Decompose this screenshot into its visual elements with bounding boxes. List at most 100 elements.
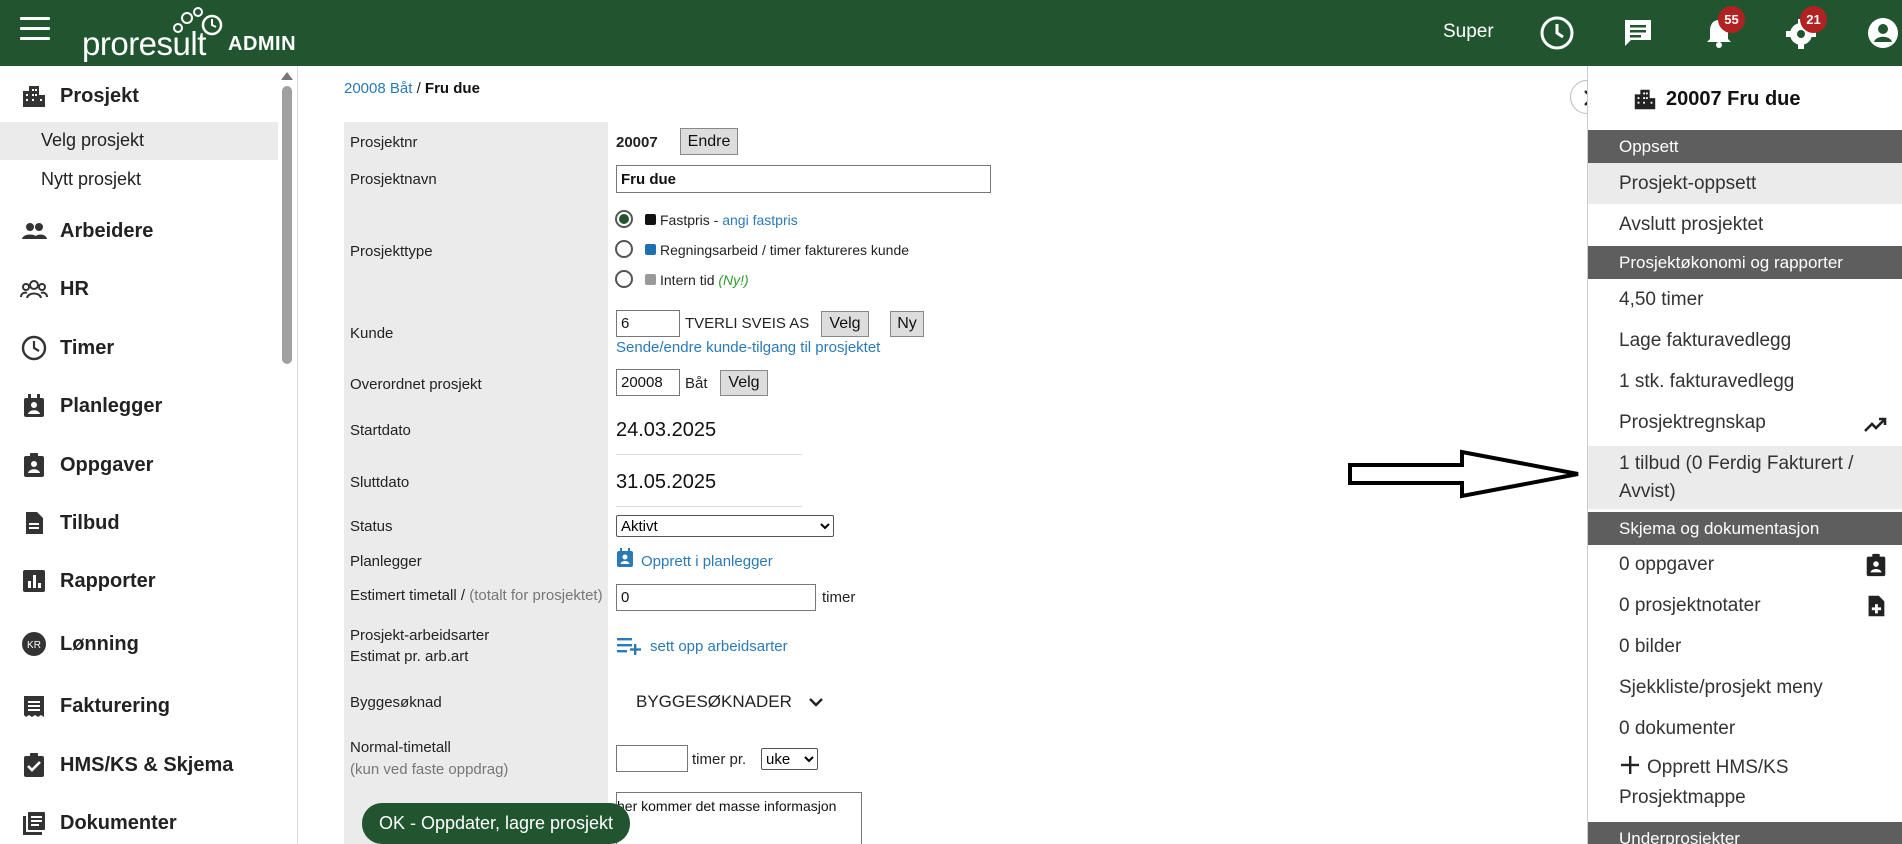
sidebar-label: Lønning [60, 632, 139, 655]
logo-admin: ADMIN [228, 33, 297, 55]
radio-intern-tid[interactable] [615, 270, 633, 288]
normal-timetall-input[interactable] [616, 745, 688, 772]
people-icon [22, 223, 47, 239]
scroll-up-icon[interactable] [281, 72, 293, 80]
period-select[interactable]: uke [761, 748, 818, 770]
sidebar-section-planlegger[interactable]: Planlegger [0, 381, 280, 431]
sidebar-section-oppgaver[interactable]: Oppgaver [0, 440, 280, 490]
clipboard-check-icon [24, 753, 44, 777]
panel-item-lage-faktura[interactable]: Lage fakturavedlegg [1588, 323, 1902, 364]
clock-icon[interactable] [1538, 14, 1576, 52]
kunde-tilgang-link[interactable]: Sende/endre kunde-tilgang til prosjektet [616, 339, 880, 356]
panel-item-regnskap[interactable]: Prosjektregnskap [1588, 405, 1902, 446]
option-regningsarbeid-label: Regningsarbeid / timer faktureres kunde [660, 242, 910, 258]
sidebar-item-velg-prosjekt[interactable]: Velg prosjekt [0, 122, 278, 160]
planlegger-link[interactable]: Opprett i planlegger [641, 553, 773, 570]
panel-item-regnskap-label: Prosjektregnskap [1619, 412, 1766, 433]
user-name[interactable]: Super [1443, 21, 1494, 43]
library-books-icon [23, 812, 45, 835]
plus-icon [1621, 756, 1639, 774]
panel-item-sjekkliste[interactable]: Sjekkliste/prosjekt meny [1588, 670, 1902, 711]
estimert-input[interactable] [616, 584, 816, 611]
sidebar-section-tilbud[interactable]: Tilbud [0, 498, 280, 548]
sidebar-label: Dokumenter [60, 811, 177, 834]
notes-textarea[interactable]: her kommer det masse informasjon [616, 792, 862, 844]
angi-fastpris-link[interactable]: angi fastpris [722, 212, 797, 228]
sidebar-item-label: Velg prosjekt [41, 130, 145, 150]
group-icon [20, 280, 48, 299]
kunde-ny-button[interactable]: Ny [890, 311, 924, 337]
sidebar-label: HMS/KS & Skjema [60, 753, 234, 776]
prosjektnr-value: 20007 [616, 134, 658, 151]
kunde-name: TVERLI SVEIS AS [685, 315, 810, 332]
option-fastpris: Fastpris - angi fastpris [645, 212, 798, 228]
label-arbeidsarter-estimat: Estimat pr. arb.art [350, 648, 469, 665]
prosjektnavn-input[interactable] [616, 165, 991, 193]
sidebar-label: Prosjekt [60, 84, 139, 107]
endre-button[interactable]: Endre [680, 128, 738, 155]
panel-item-prosjekt-oppsett[interactable]: Prosjekt-oppsett [1588, 163, 1902, 204]
clipboard-person-icon [24, 453, 44, 477]
panel-header-oppsett: Oppsett [1588, 130, 1902, 163]
byggesoknad-dropdown[interactable]: BYGGESØKNADER [636, 692, 792, 712]
sluttdato-field[interactable]: 31.05.2025 [616, 471, 802, 507]
panel-item-tilbud[interactable]: 1 tilbud (0 Ferdig Fakturert / Avvist) [1588, 446, 1902, 509]
project-form: Prosjektnr 20007 Endre Prosjektnavn Pros… [344, 122, 1374, 844]
panel-item-fakturavedlegg[interactable]: 1 stk. fakturavedlegg [1588, 364, 1902, 405]
label-normal: Normal-timetall [350, 739, 451, 756]
scrollbar-thumb[interactable] [282, 86, 292, 364]
sidebar-section-timer[interactable]: Timer [0, 323, 280, 373]
panel-item-avslutt[interactable]: Avslutt prosjektet [1588, 204, 1902, 245]
label-overordnet: Overordnet prosjekt [350, 376, 482, 393]
calendar-person-icon [617, 548, 633, 567]
label-prosjektnr: Prosjektnr [350, 134, 418, 151]
sidebar-section-hr[interactable]: HR [0, 264, 280, 314]
notifications-badge: 55 [1718, 6, 1745, 33]
kunde-nr-input[interactable] [616, 310, 680, 337]
breadcrumb-parent-link[interactable]: 20008 Båt [344, 80, 412, 97]
overordnet-velg-button[interactable]: Velg [720, 370, 768, 396]
sidebar-label: Fakturering [60, 694, 171, 717]
trending-up-icon [1864, 417, 1887, 432]
sidebar-section-fakturering[interactable]: Fakturering [0, 681, 280, 731]
panel-item-notater[interactable]: 0 prosjektnotater [1588, 588, 1902, 629]
top-bar: proresult ADMIN Super 55 21 [0, 0, 1902, 66]
overordnet-nr-input[interactable] [616, 369, 680, 396]
option-intern-tid-label: Intern tid [660, 272, 719, 288]
sidebar-section-prosjekt[interactable]: Prosjekt [0, 71, 280, 121]
radio-fastpris[interactable] [615, 210, 633, 228]
panel-item-prosjektmappe[interactable]: Prosjektmappe [1588, 784, 1902, 816]
radio-regningsarbeid[interactable] [615, 240, 633, 258]
sidebar-label: Rapporter [60, 569, 156, 592]
sidebar-scrollbar[interactable] [280, 72, 294, 844]
account-icon[interactable] [1864, 14, 1902, 52]
panel-item-tilbud-line1: 1 tilbud (0 Ferdig Fakturert / [1619, 453, 1854, 474]
arrow-pointer-icon [1348, 449, 1579, 499]
gear-icon[interactable]: 21 [1782, 6, 1827, 52]
sidebar-section-lonning[interactable]: KR Lønning [0, 619, 280, 669]
status-select[interactable]: Aktivt [616, 515, 834, 537]
panel-item-dokumenter[interactable]: 0 dokumenter [1588, 711, 1902, 752]
sidebar-section-arbeidere[interactable]: Arbeidere [0, 206, 280, 256]
clock-icon [21, 335, 47, 361]
sidebar-section-rapporter[interactable]: Rapporter [0, 556, 280, 606]
chevron-down-icon[interactable] [808, 696, 824, 708]
panel-item-bilder[interactable]: 0 bilder [1588, 629, 1902, 670]
ok-save-button[interactable]: OK - Oppdater, lagre prosjekt [362, 803, 630, 844]
label-prosjekttype: Prosjekttype [350, 243, 433, 260]
sidebar-item-nytt-prosjekt[interactable]: Nytt prosjekt [0, 161, 278, 199]
panel-item-timer[interactable]: 4,50 timer [1588, 282, 1902, 323]
sidebar-section-dokumenter[interactable]: Dokumenter [0, 798, 280, 844]
menu-icon[interactable] [20, 17, 50, 43]
chat-icon[interactable] [1619, 14, 1657, 52]
bell-icon[interactable]: 55 [1700, 6, 1745, 52]
startdato-field[interactable]: 24.03.2025 [616, 419, 802, 455]
kunde-velg-button[interactable]: Velg [821, 311, 869, 337]
panel-item-opprett-hms[interactable]: Opprett HMS/KS [1588, 754, 1902, 788]
arbeidsarter-link[interactable]: sett opp arbeidsarter [650, 638, 788, 655]
panel-header-underprosjekter: Underprosjekter [1588, 822, 1902, 844]
panel-item-oppgaver[interactable]: 0 oppgaver [1588, 547, 1902, 588]
project-panel: 20007 Fru due Oppsett Prosjekt-oppsett A… [1587, 66, 1902, 844]
sidebar-section-hms[interactable]: HMS/KS & Skjema [0, 740, 280, 790]
label-startdato: Startdato [350, 422, 411, 439]
